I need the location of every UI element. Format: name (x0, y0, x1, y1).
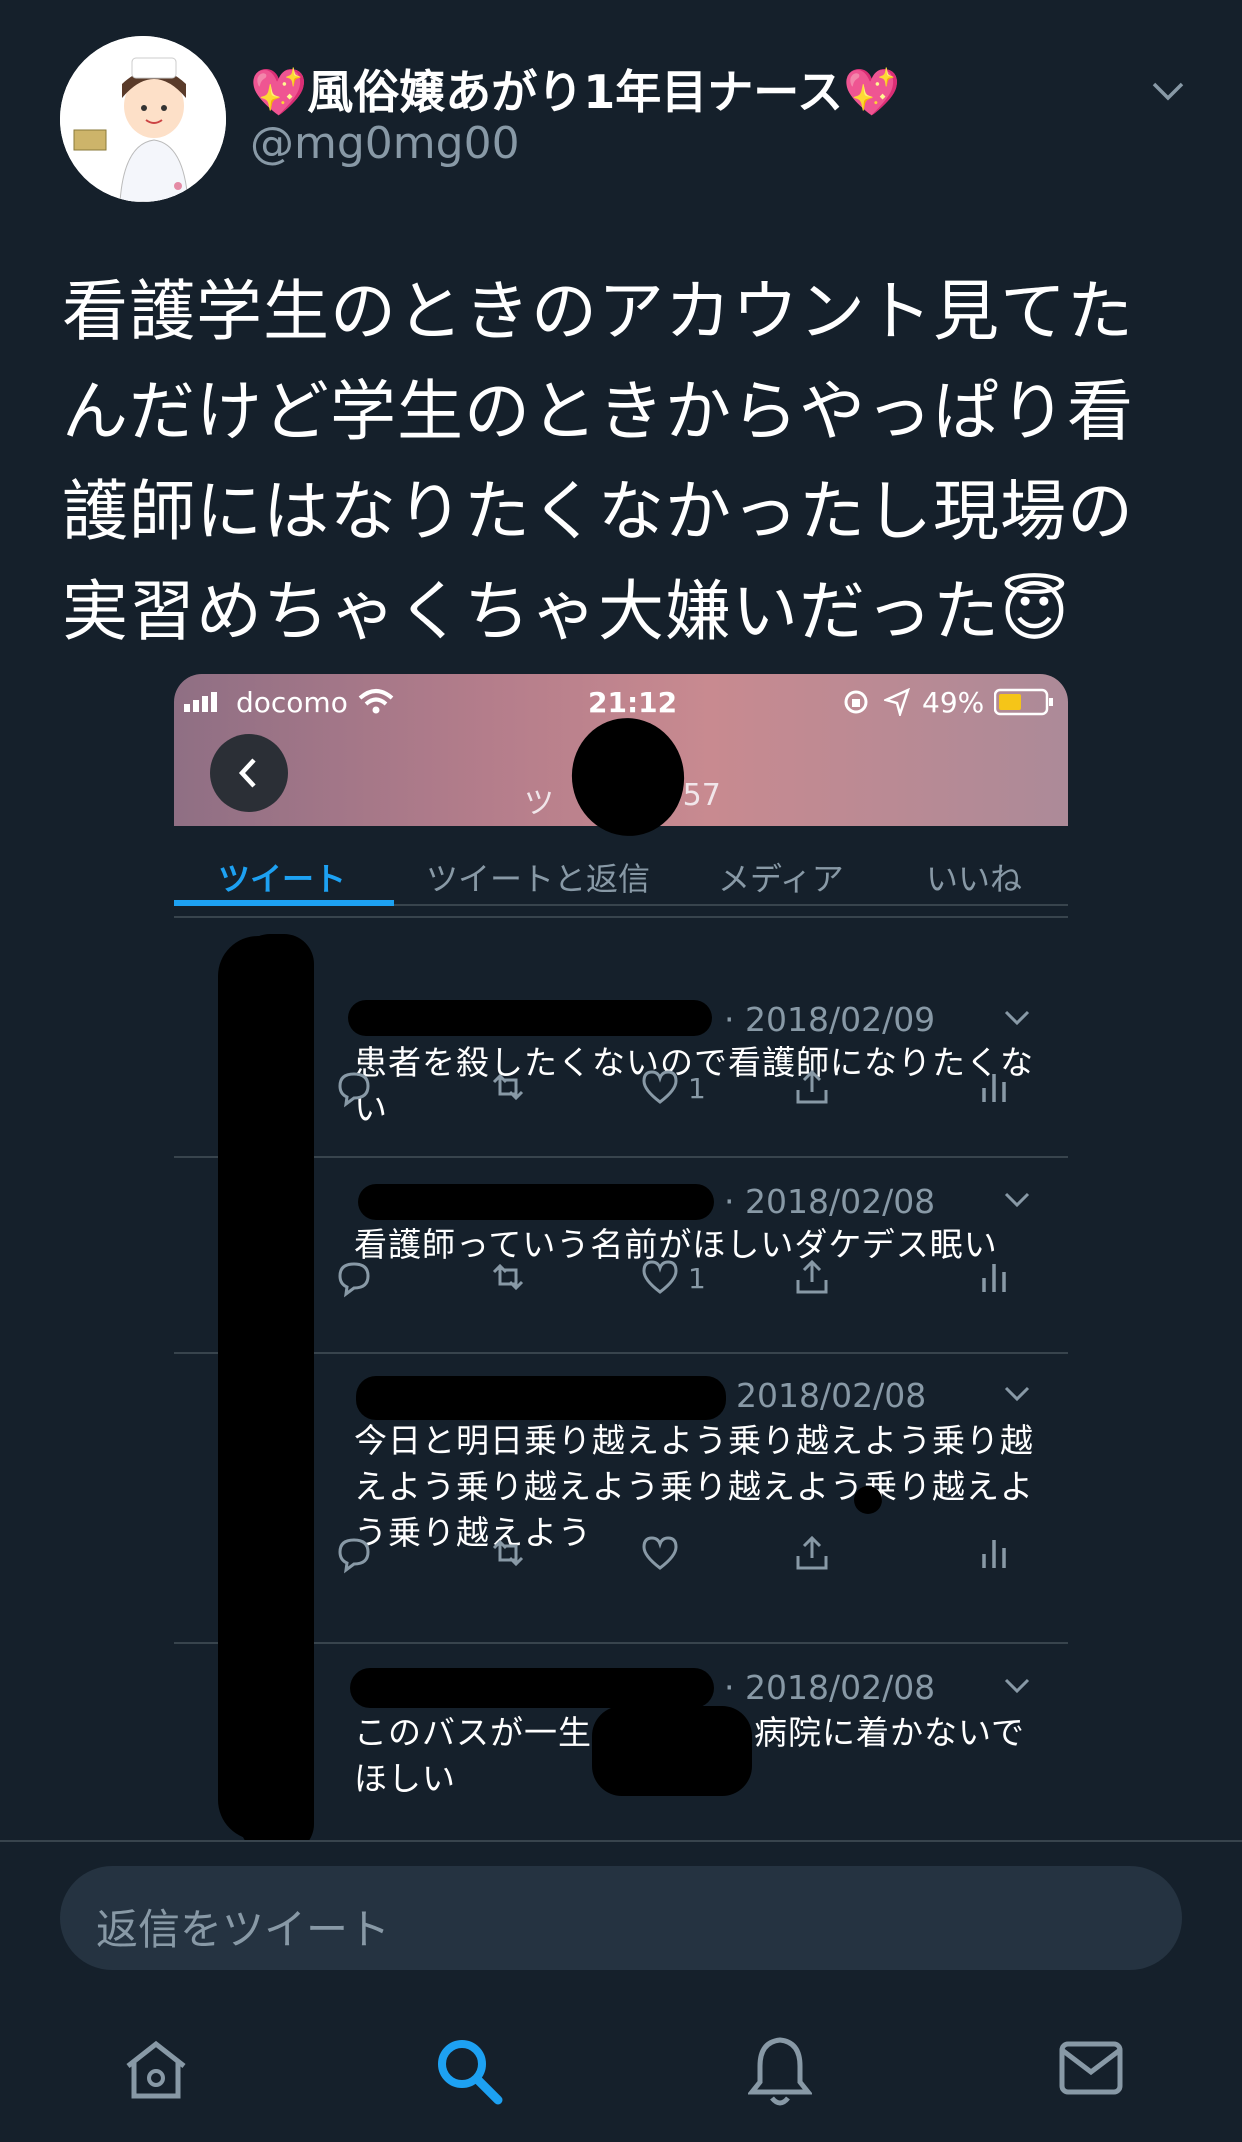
redaction-mark (348, 1000, 712, 1036)
chevron-down-icon[interactable] (1002, 1008, 1032, 1028)
share-icon[interactable] (792, 1068, 832, 1108)
chevron-left-icon (238, 758, 256, 788)
nurse-avatar-icon (60, 36, 226, 202)
like-icon[interactable] (640, 1534, 680, 1574)
tweet-line: ほしい (354, 1759, 456, 1798)
redaction-mark (562, 709, 694, 845)
tweet-line: 看護学生のときのアカウント見てた (62, 273, 1134, 350)
redaction-mark (358, 1184, 714, 1220)
like-count: 1 (688, 1262, 706, 1295)
like-icon[interactable] (640, 1258, 680, 1298)
tweet-date: · 2018/02/08 (724, 1182, 936, 1221)
display-name[interactable]: 💖風俗嬢あがり1年目ナース💖 (250, 56, 900, 122)
analytics-icon[interactable] (974, 1258, 1014, 1298)
tweet-line: このバスが一生 (354, 1713, 592, 1752)
profile-header: docomo 21:12 49% ツ ,357 (174, 674, 1068, 845)
reply-divider (0, 1840, 1242, 1842)
tweet-date: · 2018/02/09 (724, 1000, 936, 1039)
search-icon[interactable] (434, 2036, 504, 2106)
tab-likes[interactable]: いいね (926, 854, 1022, 900)
tweet-line: んだけど学生のときからやっぱり看 (62, 373, 1134, 450)
retweet-icon[interactable] (488, 1258, 528, 1298)
home-icon[interactable] (122, 2038, 190, 2102)
redaction-mark (592, 1706, 752, 1796)
analytics-icon[interactable] (974, 1068, 1014, 1108)
tweet-line: 実習めちゃくちゃ大嫌いだった😇 (62, 573, 1070, 650)
profile-tabs: ツイート ツイートと返信 メディア いいね (174, 826, 1068, 906)
tab-media[interactable]: メディア (718, 854, 844, 900)
user-handle: @mg0mg00 (250, 118, 520, 169)
tweet-line: 護師にはなりたくなかったし現場の (62, 473, 1134, 550)
analytics-icon[interactable] (974, 1534, 1014, 1574)
mail-icon[interactable] (1058, 2040, 1124, 2096)
orientation-lock-icon (844, 690, 868, 714)
share-icon[interactable] (792, 1534, 832, 1574)
reply-input[interactable]: 返信をツイート (60, 1866, 1182, 1970)
share-icon[interactable] (792, 1258, 832, 1298)
redaction-mark (240, 934, 314, 1840)
reply-icon[interactable] (334, 1258, 374, 1298)
tweet-date: 2018/02/08 (736, 1376, 927, 1415)
like-count: 1 (688, 1072, 706, 1105)
wifi-icon (358, 689, 394, 714)
chevron-down-icon[interactable] (1148, 70, 1188, 110)
battery-percent: 49% (922, 686, 985, 719)
reply-placeholder: 返信をツイート (96, 1905, 391, 1954)
chevron-down-icon[interactable] (1002, 1676, 1032, 1696)
tweet-line: えよう乗り越えよう乗り越えよう乗り越えよ (354, 1467, 1034, 1506)
chevron-down-icon[interactable] (1002, 1190, 1032, 1210)
tab-tweets[interactable]: ツイート (218, 854, 346, 900)
status-time: 21:12 (588, 686, 678, 719)
active-tab-indicator (174, 900, 394, 906)
tweet-text: 看護学生のときのアカウント見てた んだけど学生のときからやっぱり看 護師にはなり… (62, 262, 1172, 662)
back-button[interactable] (210, 734, 288, 812)
retweet-icon[interactable] (488, 1068, 528, 1108)
carrier-label: docomo (236, 686, 348, 719)
retweet-icon[interactable] (488, 1534, 528, 1574)
tweet-date: · 2018/02/08 (724, 1668, 936, 1707)
redaction-mark (350, 1668, 714, 1708)
embedded-screenshot[interactable]: docomo 21:12 49% ツ ,357 ツイート ツイートと返信 メディ… (174, 674, 1068, 1840)
reply-icon[interactable] (334, 1068, 374, 1108)
tab-tweets-replies[interactable]: ツイートと返信 (426, 854, 650, 900)
reply-icon[interactable] (334, 1534, 374, 1574)
redaction-mark (356, 1376, 726, 1420)
redaction-mark (854, 1486, 882, 1514)
signal-icon (184, 692, 217, 712)
bell-icon[interactable] (748, 2034, 812, 2108)
location-arrow-icon (884, 688, 910, 716)
battery-icon (994, 688, 1053, 716)
like-icon[interactable] (640, 1068, 680, 1108)
tweet-count-prefix: ツ (524, 786, 554, 821)
tweet-line: 今日と明日乗り越えよう乗り越えよう乗り越 (354, 1421, 1034, 1460)
chevron-down-icon[interactable] (1002, 1384, 1032, 1404)
tweet-line: 病院に着かないで (754, 1713, 1026, 1752)
avatar[interactable] (60, 36, 226, 202)
